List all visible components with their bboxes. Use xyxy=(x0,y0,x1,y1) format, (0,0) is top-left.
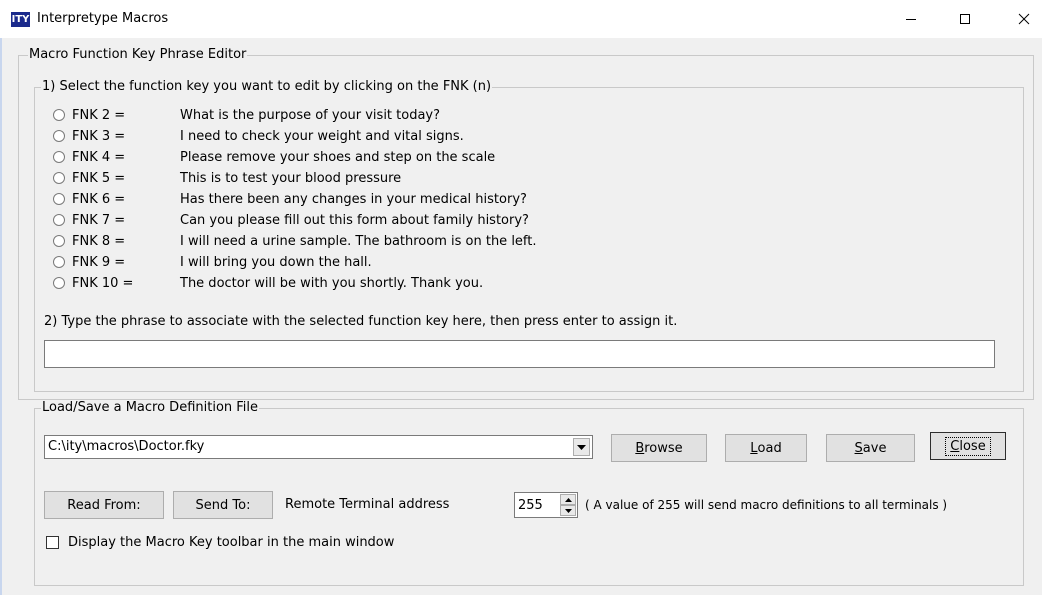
fnk-3-label[interactable]: FNK 3 = xyxy=(72,129,180,144)
fnk-6-radio[interactable] xyxy=(53,193,65,205)
chevron-down-icon xyxy=(564,508,572,513)
spinner-up-button[interactable] xyxy=(560,494,576,505)
save-button-accelerator: S xyxy=(854,440,863,456)
editor-group-title: Macro Function Key Phrase Editor xyxy=(28,47,248,63)
fnk-6-label[interactable]: FNK 6 = xyxy=(72,192,180,207)
browse-button-label: rowse xyxy=(644,440,683,456)
fnk-8-label[interactable]: FNK 8 = xyxy=(72,234,180,249)
fnk-8-radio[interactable] xyxy=(53,235,65,247)
app-icon: ITY xyxy=(11,12,30,27)
browse-button-accelerator: B xyxy=(635,440,645,456)
fnk-2-radio[interactable] xyxy=(53,109,65,121)
file-group-title: Load/Save a Macro Definition File xyxy=(41,400,260,416)
minimize-button[interactable] xyxy=(888,0,934,38)
fnk-2-label[interactable]: FNK 2 = xyxy=(72,108,180,123)
close-button-label: lose xyxy=(959,438,986,454)
window-border xyxy=(0,38,2,595)
window-title: Interpretype Macros xyxy=(37,11,169,26)
fnk-9-radio[interactable] xyxy=(53,256,65,268)
combo-dropdown-button[interactable] xyxy=(573,438,590,456)
maximize-button[interactable] xyxy=(942,0,988,38)
terminal-address-value: 255 xyxy=(518,498,543,513)
chevron-up-icon xyxy=(564,497,572,502)
fnk-9-row[interactable]: FNK 9 = I will bring you down the hall. xyxy=(53,252,372,272)
load-button[interactable]: Load xyxy=(725,434,807,462)
read-from-button[interactable]: Read From: xyxy=(44,491,164,519)
close-button-accelerator: C xyxy=(950,438,960,454)
fnk-10-phrase: The doctor will be with you shortly. Tha… xyxy=(180,275,484,291)
read-from-label: Read From: xyxy=(67,497,141,513)
close-window-button[interactable] xyxy=(1001,0,1042,38)
fnk-10-row[interactable]: FNK 10 = The doctor will be with you sho… xyxy=(53,273,483,293)
chevron-down-icon xyxy=(577,444,586,450)
fnk-5-row[interactable]: FNK 5 = This is to test your blood press… xyxy=(53,168,401,188)
browse-button[interactable]: Browse xyxy=(611,434,707,462)
terminal-address-spinner[interactable]: 255 xyxy=(514,492,578,518)
step1-title: 1) Select the function key you want to e… xyxy=(41,79,493,95)
close-button[interactable]: Close xyxy=(930,432,1006,460)
save-button[interactable]: Save xyxy=(826,434,915,462)
fnk-4-phrase: Please remove your shoes and step on the… xyxy=(180,149,496,165)
spinner-buttons xyxy=(560,494,576,516)
fnk-2-row[interactable]: FNK 2 = What is the purpose of your visi… xyxy=(53,105,440,125)
load-button-label: oad xyxy=(757,440,782,456)
fnk-8-phrase: I will need a urine sample. The bathroom… xyxy=(180,233,537,249)
fnk-3-radio[interactable] xyxy=(53,130,65,142)
spinner-down-button[interactable] xyxy=(560,505,576,516)
fnk-3-phrase: I need to check your weight and vital si… xyxy=(180,128,464,144)
fnk-4-radio[interactable] xyxy=(53,151,65,163)
close-button-focus: Close xyxy=(945,436,991,456)
minimize-icon xyxy=(906,19,916,20)
fnk-7-label[interactable]: FNK 7 = xyxy=(72,213,180,228)
phrase-input[interactable] xyxy=(44,340,995,368)
maximize-icon xyxy=(960,14,970,24)
toolbar-checkbox-label[interactable]: Display the Macro Key toolbar in the mai… xyxy=(68,535,394,550)
send-to-label: Send To: xyxy=(195,497,251,513)
fnk-5-radio[interactable] xyxy=(53,172,65,184)
fnk-10-radio[interactable] xyxy=(53,277,65,289)
fnk-9-phrase: I will bring you down the hall. xyxy=(180,254,372,270)
fnk-7-row[interactable]: FNK 7 = Can you please fill out this for… xyxy=(53,210,529,230)
fnk-4-label[interactable]: FNK 4 = xyxy=(72,150,180,165)
fnk-6-phrase: Has there been any changes in your medic… xyxy=(180,191,527,207)
close-icon xyxy=(1018,13,1030,25)
fnk-5-label[interactable]: FNK 5 = xyxy=(72,171,180,186)
fnk-6-row[interactable]: FNK 6 = Has there been any changes in yo… xyxy=(53,189,527,209)
macro-file-combo[interactable]: C:\ity\macros\Doctor.fky xyxy=(44,435,593,459)
fnk-4-row[interactable]: FNK 4 = Please remove your shoes and ste… xyxy=(53,147,495,167)
fnk-7-phrase: Can you please fill out this form about … xyxy=(180,212,529,228)
fnk-7-radio[interactable] xyxy=(53,214,65,226)
fnk-5-phrase: This is to test your blood pressure xyxy=(180,170,402,186)
macro-file-path: C:\ity\macros\Doctor.fky xyxy=(48,439,205,454)
terminal-address-label: Remote Terminal address xyxy=(285,497,450,512)
title-bar[interactable]: ITY Interpretype Macros xyxy=(0,0,1042,38)
terminal-hint: ( A value of 255 will send macro definit… xyxy=(585,498,948,512)
fnk-9-label[interactable]: FNK 9 = xyxy=(72,255,180,270)
fnk-3-row[interactable]: FNK 3 = I need to check your weight and … xyxy=(53,126,464,146)
save-button-label: ave xyxy=(862,440,887,456)
fnk-8-row[interactable]: FNK 8 = I will need a urine sample. The … xyxy=(53,231,537,251)
fnk-10-label[interactable]: FNK 10 = xyxy=(72,276,180,291)
load-button-accelerator: L xyxy=(750,440,758,456)
step2-instruction: 2) Type the phrase to associate with the… xyxy=(44,314,678,329)
toolbar-checkbox[interactable] xyxy=(46,536,59,549)
fnk-2-phrase: What is the purpose of your visit today? xyxy=(180,107,441,123)
send-to-button[interactable]: Send To: xyxy=(173,491,273,519)
